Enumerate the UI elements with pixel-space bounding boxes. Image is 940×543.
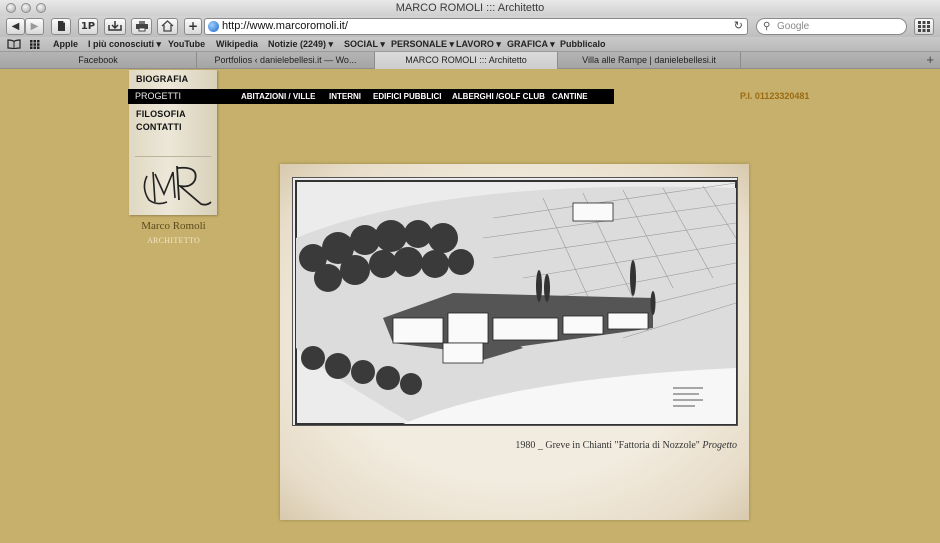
close-window-button[interactable]: [6, 3, 16, 13]
print-button[interactable]: [131, 18, 152, 35]
window-title: MARCO ROMOLI ::: Architetto: [395, 2, 545, 14]
forward-button[interactable]: ▶: [25, 18, 44, 35]
reading-list-icon[interactable]: [7, 39, 21, 49]
bookmark-apple[interactable]: Apple: [53, 37, 78, 52]
submenu-cantine[interactable]: CANTINE: [552, 89, 588, 104]
submenu-interni[interactable]: INTERNI: [329, 89, 361, 104]
tray-download-icon: [108, 21, 122, 31]
tab-label: Villa alle Rampe | danielebellesi.it: [582, 55, 716, 65]
grid-menu-icon: [918, 21, 930, 32]
tab-portfolios[interactable]: Portfolios ‹ danielebellesi.it — Wo...: [197, 52, 375, 69]
main-nav-bar: PROGETTI ABITAZIONI / VILLE INTERNI EDIF…: [128, 89, 614, 104]
bookmark-pubblicalo[interactable]: Pubblicalo: [560, 37, 606, 52]
brand-name: Marco Romoli: [141, 220, 206, 232]
browser-toolbar: ◀ ▶ 1P + http://www.marcoromoli.it/ ↻ ⚲ …: [0, 16, 940, 37]
vat-number: P.I. 01123320481: [740, 91, 810, 101]
reload-icon[interactable]: ↻: [734, 19, 743, 34]
back-button[interactable]: ◀: [6, 18, 25, 35]
bookmark-grafica[interactable]: GRAFICA ▾: [507, 37, 555, 52]
printer-icon: [135, 21, 148, 32]
evernote-button[interactable]: [51, 18, 71, 35]
tab-facebook[interactable]: Facebook: [0, 52, 197, 69]
address-url: http://www.marcoromoli.it/: [222, 20, 348, 32]
address-bar[interactable]: http://www.marcoromoli.it/ ↻: [204, 18, 748, 35]
submenu-abitazioni[interactable]: ABITAZIONI / VILLE: [241, 89, 316, 104]
instapaper-button[interactable]: [104, 18, 126, 35]
tab-label: MARCO ROMOLI ::: Architetto: [405, 55, 527, 65]
aerial-sketch-image: [293, 178, 737, 425]
mr-monogram-logo: [143, 165, 212, 206]
menu-filosofia[interactable]: FILOSOFIA: [136, 109, 186, 119]
project-caption: 1980 _ Greve in Chianti "Fattoria di Noz…: [515, 440, 737, 451]
search-icon: ⚲: [763, 21, 771, 32]
project-drawing[interactable]: [292, 177, 738, 426]
bookmarks-bar: Apple I più conosciuti ▾ YouTube Wikiped…: [0, 37, 940, 52]
top-sites-icon[interactable]: [30, 40, 40, 49]
tab-marco-romoli[interactable]: MARCO ROMOLI ::: Architetto: [375, 52, 558, 69]
minimize-window-button[interactable]: [21, 3, 31, 13]
menu-biografia[interactable]: BIOGRAFIA: [136, 74, 188, 84]
menu-progetti[interactable]: PROGETTI: [135, 89, 181, 104]
tab-label: Facebook: [78, 55, 118, 65]
web-page: BIOGRAFIA FILOSOFIA CONTATTI PROGETTI AB…: [0, 70, 940, 543]
submenu-edifici-pubblici[interactable]: EDIFICI PUBBLICI: [373, 89, 441, 104]
caption-type: Progetto: [702, 440, 737, 451]
menu-divider: [135, 156, 211, 157]
back-arrow-icon: ◀: [11, 21, 20, 32]
tab-villa-alle-rampe[interactable]: Villa alle Rampe | danielebellesi.it: [558, 52, 741, 69]
globe-icon: [208, 21, 219, 32]
bookmark-most-visited[interactable]: I più conosciuti ▾: [88, 37, 161, 52]
bookmark-notizie[interactable]: Notizie (2249) ▾: [268, 37, 333, 52]
bookmark-wikipedia[interactable]: Wikipedia: [216, 37, 258, 52]
add-bookmark-button[interactable]: +: [184, 18, 202, 35]
tab-bar: Facebook Portfolios ‹ danielebellesi.it …: [0, 52, 940, 69]
submenu-alberghi[interactable]: ALBERGHI /GOLF CLUB: [452, 89, 545, 104]
evernote-icon: [58, 21, 65, 31]
plus-icon: +: [187, 19, 199, 33]
search-placeholder: Google: [777, 21, 810, 32]
window-titlebar: MARCO ROMOLI ::: Architetto: [0, 0, 940, 16]
onepassword-icon: 1P: [80, 21, 96, 32]
forward-arrow-icon: ▶: [30, 21, 39, 32]
home-button[interactable]: [157, 18, 178, 35]
page-menu-button[interactable]: [914, 18, 934, 35]
bookmark-youtube[interactable]: YouTube: [168, 37, 205, 52]
brand-subtitle: ARCHITETTO: [146, 236, 201, 245]
search-field[interactable]: ⚲ Google: [756, 18, 907, 35]
new-tab-button[interactable]: +: [926, 52, 934, 68]
onepassword-button[interactable]: 1P: [78, 18, 98, 35]
bookmark-social[interactable]: SOCIAL ▾: [344, 37, 385, 52]
bookmark-lavoro[interactable]: LAVORO ▾: [456, 37, 501, 52]
home-icon: [161, 20, 174, 32]
menu-contatti[interactable]: CONTATTI: [136, 122, 182, 132]
zoom-window-button[interactable]: [36, 3, 46, 13]
tab-label: Portfolios ‹ danielebellesi.it — Wo...: [214, 55, 357, 65]
caption-text: 1980 _ Greve in Chianti "Fattoria di Noz…: [515, 440, 700, 451]
bookmark-personale[interactable]: PERSONALE ▾: [391, 37, 454, 52]
project-card: 1980 _ Greve in Chianti "Fattoria di Noz…: [280, 164, 749, 520]
